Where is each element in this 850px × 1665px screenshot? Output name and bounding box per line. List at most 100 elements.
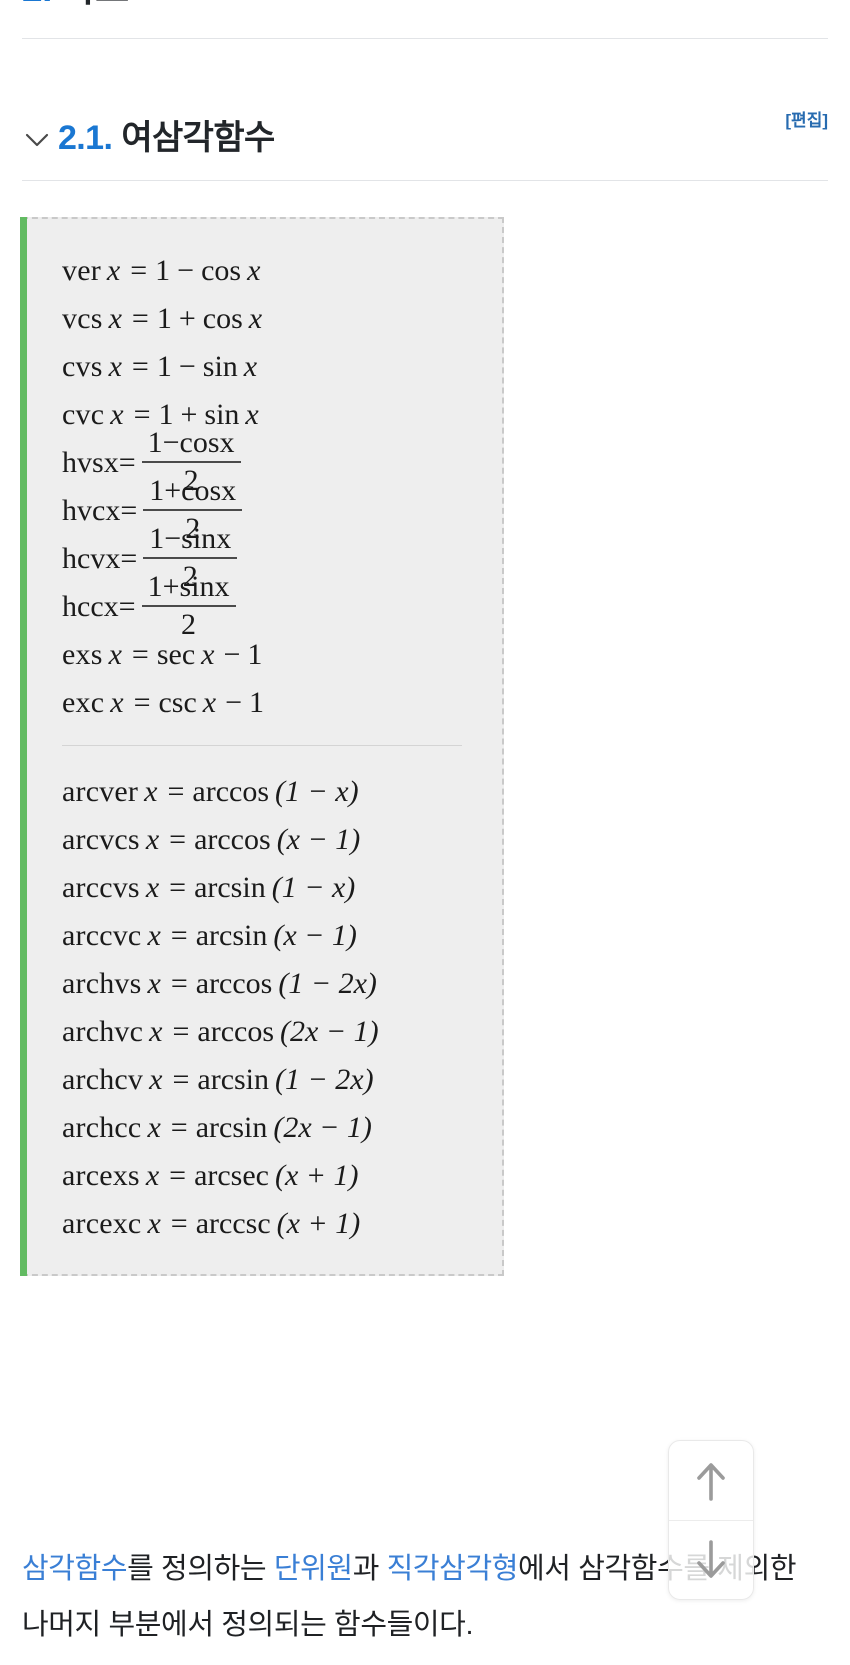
- formula-rel: =: [118, 590, 136, 623]
- formula-fn: sec: [156, 638, 196, 671]
- formula-var: x: [149, 1015, 163, 1048]
- formula-rel: =: [170, 919, 188, 952]
- formula-row: arccvc x = arcsin (x − 1): [62, 912, 492, 960]
- formula-rel: =: [131, 302, 149, 335]
- formula-rel: =: [170, 1111, 188, 1144]
- formula-row: arcvcs x = arccos (x − 1): [62, 816, 492, 864]
- formula-row: archcv x = arcsin (1 − 2x): [62, 1056, 492, 1104]
- formula-rel: =: [133, 686, 151, 719]
- formula-row: arccvs x = arcsin (1 − x): [62, 864, 492, 912]
- formula-arg: (1 − x): [271, 871, 356, 904]
- scroll-to-top-button[interactable]: [669, 1441, 753, 1520]
- formula-op: +: [178, 302, 196, 335]
- previous-section-title: 각도: [62, 0, 130, 9]
- formula-var: x: [110, 398, 124, 431]
- formula-var: x: [145, 871, 160, 904]
- formula-lhs: arcexs: [62, 1159, 140, 1192]
- chevron-down-icon[interactable]: [22, 125, 52, 155]
- formula-rel: =: [170, 1207, 188, 1240]
- formula-row: ver x = 1− cos x: [62, 247, 492, 295]
- formula-lhs: ver: [62, 254, 101, 287]
- formula-fn: arccos: [197, 1015, 275, 1048]
- formula-fn: arcsin: [195, 1111, 268, 1144]
- formula-fn: arcsin: [194, 871, 266, 904]
- formula-fn: sin: [202, 350, 238, 383]
- formula-arg: (1 − 2x): [278, 967, 377, 1000]
- formula-var: x: [108, 350, 122, 383]
- formula-row: hcv x = 1−sinx 2: [62, 524, 492, 591]
- formula-inner-divider: [62, 745, 462, 746]
- formula-fn: arcsec: [194, 1159, 269, 1192]
- paragraph-text-1: 를 정의하는: [127, 1553, 274, 1585]
- formula-op: −: [223, 638, 241, 671]
- arrow-down-icon: [694, 1538, 728, 1582]
- formula-var: x: [248, 302, 263, 335]
- formula-lhs: archcv: [62, 1063, 144, 1096]
- fraction-numerator: 1+cosx: [149, 474, 237, 508]
- paragraph-text-2: 과: [352, 1553, 387, 1585]
- divider-section: [22, 180, 828, 181]
- formula-var: x: [145, 1159, 160, 1192]
- formula-lhs: arccvs: [62, 871, 140, 904]
- formula-term: 1: [249, 686, 265, 719]
- link-trigonometric-function[interactable]: 삼각함수: [22, 1553, 128, 1585]
- fraction-numerator: 1+sinx: [147, 570, 230, 604]
- edit-section-link[interactable]: [편집]: [785, 106, 828, 131]
- formula-rel: =: [120, 494, 138, 527]
- formula-fn: arccos: [194, 823, 271, 856]
- formula-rel: =: [172, 1063, 190, 1096]
- formula-lhs: hvs: [62, 446, 104, 479]
- link-right-triangle[interactable]: 직각삼각형: [387, 1553, 519, 1585]
- formula-op: −: [178, 350, 196, 383]
- formula-row: exs x = sec x −1: [62, 631, 492, 679]
- formula-lhs: arcvcs: [62, 823, 140, 856]
- formula-row: hvc x = 1+cosx 2: [62, 476, 492, 543]
- formula-var: x: [105, 542, 121, 575]
- formula-var: x: [103, 590, 119, 623]
- section-title: 2.1. 여삼각함수: [58, 118, 275, 158]
- formula-rel: =: [120, 542, 138, 575]
- formula-lhs: hcv: [62, 542, 106, 575]
- formula-row: archvs x = arccos (1 − 2x): [62, 960, 492, 1008]
- formula-row: arcver x = arccos (1 − x): [62, 768, 492, 816]
- formula-lhs: cvs: [62, 350, 103, 383]
- formula-var: x: [110, 686, 124, 719]
- formula-row: cvs x = 1− sin x: [62, 343, 492, 391]
- formula-op: −: [177, 254, 195, 287]
- formula-rel: =: [169, 1159, 187, 1192]
- formula-fn: cos: [202, 302, 243, 335]
- formula-var: x: [201, 638, 215, 671]
- formula-fn: csc: [158, 686, 197, 719]
- section-number: 2.1.: [58, 119, 113, 157]
- formula-rel: =: [170, 967, 188, 1000]
- formula-arg: (x + 1): [275, 1159, 359, 1192]
- formula-var: x: [108, 302, 122, 335]
- formula-var: x: [145, 823, 160, 856]
- formula-arg: (x + 1): [276, 1207, 361, 1240]
- formula-var: x: [243, 350, 258, 383]
- formula-var: x: [147, 967, 161, 1000]
- formula-row: hcc x = 1+sinx 2: [62, 572, 492, 639]
- formula-fn: arccsc: [195, 1207, 271, 1240]
- formula-var: x: [147, 1111, 161, 1144]
- formula-fn: arccos: [192, 775, 270, 808]
- formula-rel: =: [169, 871, 187, 904]
- formula-rel: =: [169, 823, 187, 856]
- formula-row: cvc x = 1 + sin x: [62, 391, 492, 439]
- formula-arg: (x − 1): [273, 919, 357, 952]
- formula-arg: (x − 1): [276, 823, 361, 856]
- fraction-numerator: 1−cosx: [147, 426, 235, 460]
- formula-lhs: hvc: [62, 494, 106, 527]
- formula-var: x: [144, 775, 158, 808]
- formula-lhs: exs: [62, 638, 103, 671]
- formula-term: 1: [156, 302, 172, 335]
- formula-term: 1: [247, 638, 263, 671]
- scroll-to-bottom-button[interactable]: [669, 1520, 753, 1599]
- formula-lhs: archvs: [62, 967, 142, 1000]
- fraction-denominator: 2: [181, 607, 197, 641]
- formula-lhs: exc: [62, 686, 105, 719]
- formula-rel: =: [131, 638, 149, 671]
- formula-lhs: arcexc: [62, 1207, 142, 1240]
- formula-term: 1: [155, 254, 171, 287]
- link-unit-circle[interactable]: 단위원: [274, 1553, 353, 1585]
